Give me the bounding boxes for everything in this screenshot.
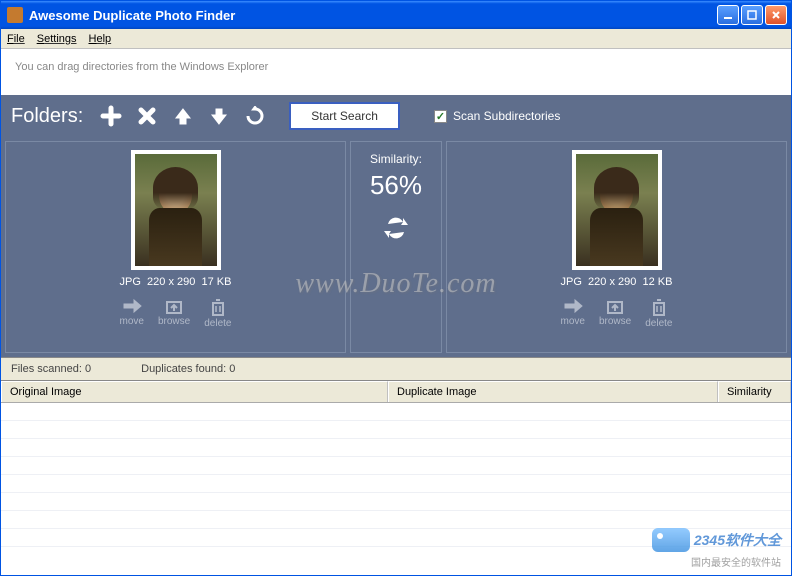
column-similarity[interactable]: Similarity — [718, 381, 791, 402]
site-branding: 2345软件大全 国内最安全的软件站 — [652, 528, 781, 569]
similarity-label: Similarity: — [370, 152, 422, 166]
folders-label: Folders: — [11, 105, 83, 128]
column-original[interactable]: Original Image — [1, 381, 388, 402]
add-folder-button[interactable] — [95, 100, 127, 132]
move-up-button[interactable] — [167, 100, 199, 132]
right-photo-meta: JPG 220 x 290 12 KB — [561, 276, 673, 288]
check-icon: ✓ — [434, 110, 447, 123]
right-delete-button[interactable]: delete — [645, 298, 672, 329]
drag-hint: You can drag directories from the Window… — [1, 49, 791, 95]
duplicates-found: Duplicates found: 0 — [141, 363, 235, 375]
files-scanned: Files scanned: 0 — [11, 363, 91, 375]
right-thumbnail[interactable] — [572, 150, 662, 270]
similarity-panel: Similarity: 56% — [350, 141, 442, 353]
right-move-button[interactable]: move — [561, 298, 585, 329]
branding-name: 2345软件大全 — [694, 530, 781, 550]
scan-sub-label: Scan Subdirectories — [453, 109, 560, 123]
app-icon — [7, 7, 23, 23]
menu-file[interactable]: File — [7, 33, 25, 45]
branding-sub: 国内最安全的软件站 — [691, 554, 781, 569]
minimize-button[interactable] — [717, 5, 739, 25]
maximize-button[interactable] — [741, 5, 763, 25]
start-search-button[interactable]: Start Search — [289, 102, 400, 130]
left-move-button[interactable]: move — [120, 298, 144, 329]
remove-folder-button[interactable] — [131, 100, 163, 132]
similarity-value: 56% — [370, 170, 422, 201]
branding-icon — [652, 528, 690, 552]
scan-subdirectories-checkbox[interactable]: ✓ Scan Subdirectories — [434, 109, 560, 123]
reset-button[interactable] — [239, 100, 271, 132]
menu-help[interactable]: Help — [89, 33, 112, 45]
right-photo-panel: JPG 220 x 290 12 KB move browse delete — [446, 141, 787, 353]
table-row — [1, 421, 791, 439]
results-header: Original Image Duplicate Image Similarit… — [1, 381, 791, 403]
table-row — [1, 457, 791, 475]
results-list[interactable]: 2345软件大全 国内最安全的软件站 — [1, 403, 791, 575]
table-row — [1, 475, 791, 493]
left-photo-meta: JPG 220 x 290 17 KB — [120, 276, 232, 288]
table-row — [1, 403, 791, 421]
status-bar: Files scanned: 0 Duplicates found: 0 — [1, 357, 791, 381]
menu-settings[interactable]: Settings — [37, 33, 77, 45]
window-title: Awesome Duplicate Photo Finder — [29, 8, 717, 23]
folders-toolbar: Folders: Start Search ✓ Scan Subdirector… — [1, 95, 791, 137]
close-button[interactable] — [765, 5, 787, 25]
column-duplicate[interactable]: Duplicate Image — [388, 381, 718, 402]
left-thumbnail[interactable] — [131, 150, 221, 270]
right-browse-button[interactable]: browse — [599, 298, 631, 329]
left-browse-button[interactable]: browse — [158, 298, 190, 329]
swap-button[interactable] — [383, 215, 409, 244]
table-row — [1, 493, 791, 511]
left-delete-button[interactable]: delete — [204, 298, 231, 329]
table-row — [1, 511, 791, 529]
compare-area: JPG 220 x 290 17 KB move browse delete S… — [1, 137, 791, 357]
titlebar: Awesome Duplicate Photo Finder — [1, 1, 791, 29]
table-row — [1, 439, 791, 457]
move-down-button[interactable] — [203, 100, 235, 132]
menubar: File Settings Help — [1, 29, 791, 49]
left-photo-panel: JPG 220 x 290 17 KB move browse delete — [5, 141, 346, 353]
